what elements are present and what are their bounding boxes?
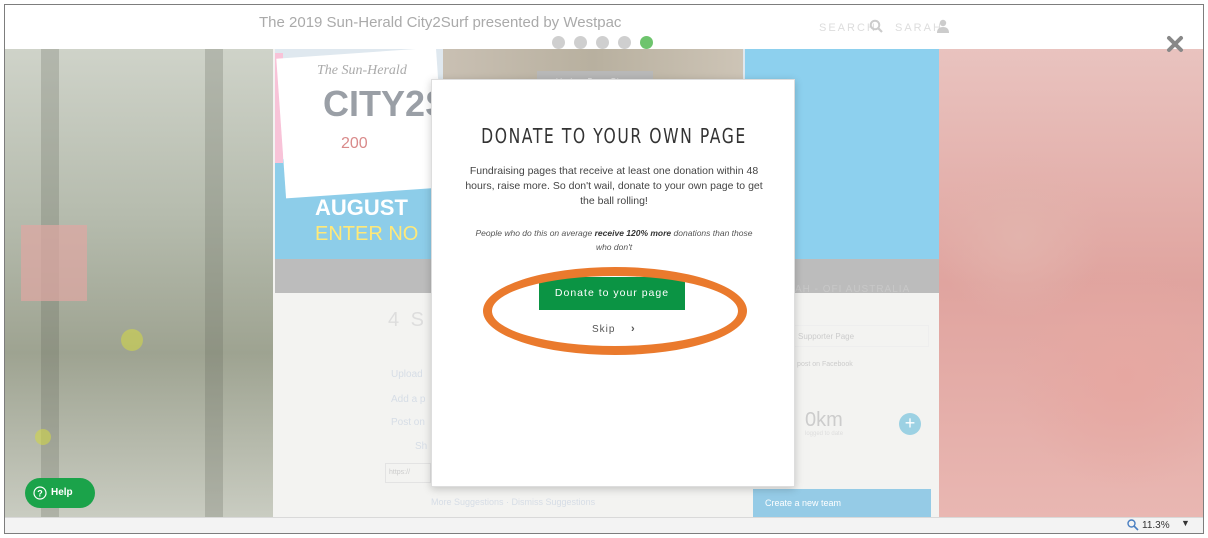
browser-viewport: The Sun-Herald CITY2SU 200 SYDNEY AUGUST… (4, 4, 1204, 534)
banner-sydney: SYDNEY (315, 173, 398, 195)
zoom-dropdown-icon[interactable]: ▼ (1181, 518, 1190, 528)
progress-dot (618, 36, 631, 49)
facebook-note: r to post on Facebook (785, 361, 853, 368)
progress-dot-active (640, 36, 653, 49)
banner-number: 200 (341, 135, 368, 152)
km-value: 0km (805, 409, 843, 431)
user-name[interactable]: SARAH (895, 22, 943, 34)
background-photo-left (5, 49, 273, 517)
modal-note-prefix: People who do this on average (475, 228, 595, 238)
status-bar (5, 517, 1203, 533)
svg-text:?: ? (37, 489, 43, 499)
progress-dots (552, 36, 653, 49)
supporter-page-field[interactable]: Supporter Page (777, 325, 929, 347)
help-button[interactable]: ? Help (25, 478, 95, 508)
question-icon: ? (33, 486, 47, 500)
team-name: AH - OFI AUSTRALIA (795, 284, 911, 295)
progress-dot (596, 36, 609, 49)
zoom-level[interactable]: 11.3% (1142, 520, 1170, 531)
modal-note: People who do this on average receive 12… (472, 226, 756, 254)
add-photo-link[interactable]: Add a p (391, 394, 425, 405)
banner-sunherald-text: The Sun-Herald (317, 63, 407, 78)
background-photo-right (939, 49, 1203, 517)
banner-august: AUGUST (315, 195, 408, 220)
banner-enter: ENTER NO (315, 223, 419, 245)
progress-dot (552, 36, 565, 49)
page-url-field[interactable]: https:// (385, 463, 431, 483)
km-subtitle: logged to date (805, 431, 844, 437)
create-team-button[interactable]: Create a new team (753, 489, 931, 517)
zoom-icon[interactable] (1127, 519, 1139, 531)
user-icon[interactable] (937, 19, 949, 33)
share-link[interactable]: Sh (415, 441, 427, 452)
modal-title: DONATE TO YOUR OWN PAGE (481, 124, 747, 148)
progress-dot (574, 36, 587, 49)
close-icon[interactable] (1166, 35, 1184, 53)
modal-body: Fundraising pages that receive at least … (465, 165, 763, 207)
add-km-button[interactable]: + (899, 413, 921, 435)
help-label: Help (51, 487, 73, 498)
more-suggestions-link[interactable]: More Suggestions · Dismiss Suggestions (431, 497, 595, 507)
post-on-link[interactable]: Post on (391, 417, 425, 428)
page-title: The 2019 Sun-Herald City2Surf presented … (259, 14, 622, 31)
steps-heading: 4 S (388, 309, 428, 331)
upload-link[interactable]: Upload (391, 369, 423, 380)
highlight-annotation-ellipse (483, 267, 747, 355)
search-icon[interactable] (869, 19, 883, 33)
modal-note-bold: receive 120% more (594, 228, 672, 238)
